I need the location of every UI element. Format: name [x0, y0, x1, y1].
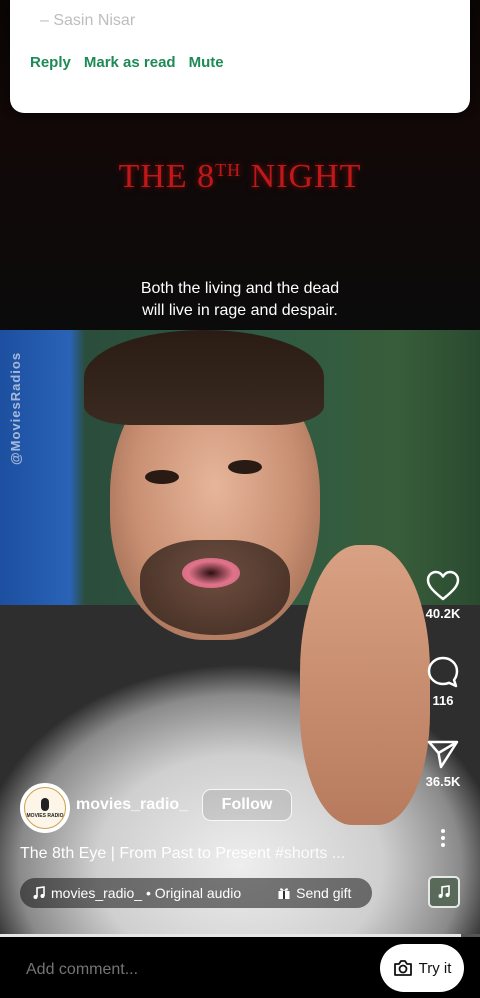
logo-text: MOVIES RADIO: [26, 812, 64, 819]
share-action[interactable]: 36.5K: [412, 738, 474, 789]
comment-count: 116: [432, 693, 454, 708]
video-person-hair: [84, 330, 324, 425]
username-link[interactable]: movies_radio_: [76, 796, 188, 814]
post-caption[interactable]: The 8th Eye | From Past to Present #shor…: [20, 845, 345, 863]
like-count: 40.2K: [425, 606, 461, 621]
video-watermark: @MoviesRadios: [8, 351, 23, 465]
mark-as-read-button[interactable]: Mark as read: [84, 52, 176, 73]
audio-info-pill[interactable]: movies_radio_ • Original audio Send gift: [20, 878, 372, 908]
more-options-icon[interactable]: [438, 826, 448, 850]
comment-bubble-icon[interactable]: [426, 655, 460, 689]
comment-action[interactable]: 116: [412, 655, 474, 708]
comment-input[interactable]: [24, 960, 358, 980]
channel-logo: MOVIES RADIO: [24, 787, 66, 829]
notification-card[interactable]: – Sasin Nisar Reply Mark as read Mute: [10, 0, 470, 113]
audio-label: movies_radio_ • Original audio: [51, 885, 242, 901]
notification-actions: Reply Mark as read Mute: [30, 52, 237, 73]
music-note-icon: [33, 886, 45, 899]
video-person-eye-left: [145, 470, 179, 484]
video-person-hand: [300, 545, 430, 825]
movie-title-overlay: THE 8TH NIGHT: [118, 158, 362, 195]
gift-icon: [278, 888, 290, 899]
music-note-icon: [438, 885, 450, 898]
audio-thumbnail[interactable]: [428, 876, 460, 908]
notification-sender: – Sasin Nisar: [40, 12, 136, 29]
like-action[interactable]: 40.2K: [412, 570, 474, 621]
microphone-icon: [41, 797, 49, 811]
video-subtitle: Both the living and the dead will live i…: [140, 280, 340, 319]
gift-label: Send gift: [296, 885, 352, 901]
mute-button[interactable]: Mute: [189, 52, 224, 73]
audio-source[interactable]: movies_radio_ • Original audio: [32, 885, 241, 901]
share-count: 36.5K: [425, 774, 461, 789]
caption-text: The 8th Eye | From Past to Present: [20, 845, 275, 862]
try-it-button[interactable]: Try it: [380, 944, 464, 992]
video-person-eye-right: [228, 460, 262, 474]
follow-button[interactable]: Follow: [202, 789, 292, 821]
caption-hashtag[interactable]: #shorts ...: [275, 845, 345, 862]
reply-button[interactable]: Reply: [30, 52, 71, 73]
send-icon[interactable]: [426, 738, 460, 770]
video-person-mouth: [182, 558, 240, 588]
send-gift-button[interactable]: Send gift: [277, 885, 351, 901]
camera-icon: [393, 960, 412, 976]
heart-icon[interactable]: [426, 570, 460, 602]
try-it-label: Try it: [418, 959, 452, 977]
avatar[interactable]: MOVIES RADIO: [20, 783, 70, 833]
